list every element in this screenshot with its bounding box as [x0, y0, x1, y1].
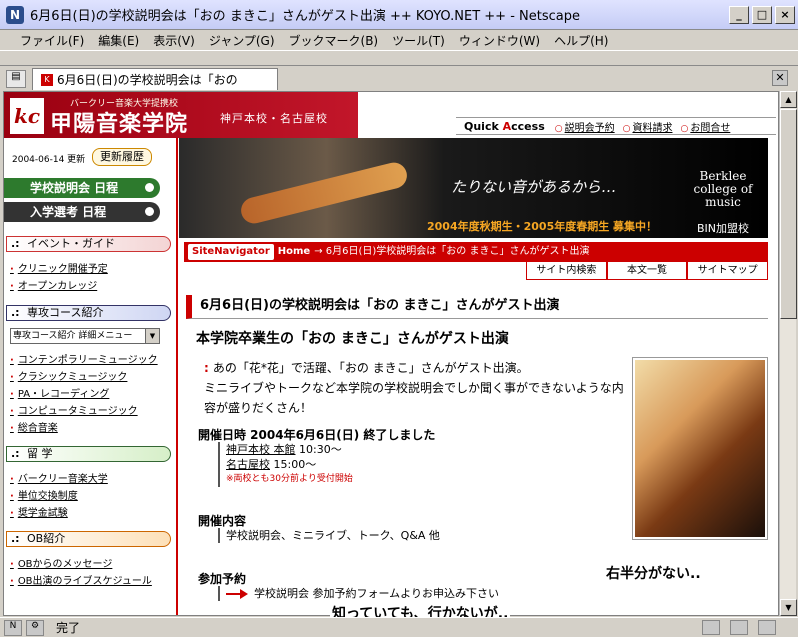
banner-recruit: 2004年度秋期生・2005年度春期生 募集中！	[427, 220, 658, 233]
tab-site-search[interactable]: サイト内検索	[526, 262, 607, 280]
window-titlebar: N 6月6日(日)の学校説明会は「おの まきこ」さんがゲスト出演 ++ KOYO…	[0, 0, 798, 30]
link-ob-live[interactable]: OB出演のライブスケジュール	[10, 572, 152, 587]
menu-view[interactable]: 表示(V)	[153, 32, 195, 49]
quick-link-brochure[interactable]: 資料請求	[623, 119, 672, 134]
tab-sitemap[interactable]: サイトマップ	[687, 262, 769, 280]
update-history-button[interactable]: 更新履歴	[92, 148, 152, 166]
scroll-thumb[interactable]	[780, 109, 797, 319]
event-date-heading: 開催日時 2004年6月6日(日) 終了しました	[198, 428, 436, 442]
link-pa-recording[interactable]: PA・レコーディング	[10, 385, 110, 400]
venue-nagoya-link[interactable]: 名古屋校	[226, 458, 270, 471]
hero-banner: たりない音があるから… Berklee college of music 200…	[179, 138, 768, 238]
web-page: kc バークリー音楽大学提携校 甲陽音楽学院 神戸本校・名古屋校 Quick A…	[3, 91, 779, 616]
article-subtitle: 本学院卒業生の「おの まきこ」さんがゲスト出演	[196, 331, 509, 347]
page-title: 6月6日(日)の学校説明会は「おの まきこ」さんがゲスト出演	[186, 295, 768, 319]
breadcrumb: SiteNavigator Home → 6月6日(日)学校説明会は「おの まきこ」…	[184, 242, 768, 262]
link-computer-music[interactable]: コンピュータミュージック	[10, 402, 138, 417]
content-detail: 学校説明会、ミニライブ、トーク、Q&A 他	[218, 528, 440, 543]
course-select[interactable]: 専攻コース紹介 詳細メニュー ▼	[10, 328, 160, 344]
close-button[interactable]: ×	[775, 5, 795, 24]
menu-file[interactable]: ファイル(F)	[20, 32, 84, 49]
close-tab-icon[interactable]: ✕	[772, 70, 788, 86]
menu-bookmarks[interactable]: ブックマーク(B)	[289, 32, 379, 49]
reservation-link[interactable]: 学校説明会 参加予約フォームよりお申込み下さい	[254, 587, 499, 600]
lock-icon[interactable]	[758, 620, 776, 635]
berklee-logo: Berklee college of music	[693, 169, 753, 209]
tab-article-list[interactable]: 本文一覧	[606, 262, 688, 280]
menu-go[interactable]: ジャンプ(G)	[209, 32, 275, 49]
window-title: 6月6日(日)の学校説明会は「おの まきこ」さんがゲスト出演 ++ KOYO.N…	[30, 9, 580, 24]
banner-tagline: たりない音があるから…	[451, 178, 617, 196]
menu-tools[interactable]: ツール(T)	[392, 32, 445, 49]
quick-access-label: Quick Access	[464, 119, 545, 133]
reception-note: ※両校とも30分前より受付開始	[226, 474, 353, 484]
nav-button-briefing[interactable]: 学校説明会 日程	[4, 178, 160, 198]
maximize-button[interactable]: □	[752, 5, 772, 24]
netscape-status-icon[interactable]: N	[4, 619, 22, 636]
nav-button-admission[interactable]: 入学選考 日程	[4, 202, 160, 222]
sidebar-divider	[176, 138, 178, 615]
scroll-up-icon[interactable]: ▲	[780, 91, 797, 108]
section-study-abroad: 留 学	[6, 446, 171, 462]
link-clinic[interactable]: クリニック開催予定	[10, 260, 108, 275]
link-contemporary[interactable]: コンテンポラリーミュージック	[10, 351, 158, 366]
section-ob: OB紹介	[6, 531, 171, 547]
link-ob-message[interactable]: OBからのメッセージ	[10, 555, 113, 570]
guitar-image	[238, 159, 410, 227]
quick-link-reserve[interactable]: 説明会予約	[555, 119, 615, 134]
minimize-button[interactable]: _	[729, 5, 749, 24]
breadcrumb-home[interactable]: Home	[278, 246, 310, 257]
status-text: 完了	[56, 621, 81, 635]
campus-label: 神戸本校・名古屋校	[220, 112, 328, 125]
section-course: 専攻コース紹介	[6, 305, 171, 321]
site-logo[interactable]: kc バークリー音楽大学提携校 甲陽音楽学院 神戸本校・名古屋校	[4, 92, 358, 138]
link-general-music[interactable]: 総合音楽	[10, 419, 58, 434]
article-intro: : あの「花*花」で活躍、「おの まきこ」さんがゲスト出演。 ミニライブやトークな…	[204, 361, 624, 415]
annotation-right: 右半分がない..	[604, 563, 703, 583]
netscape-icon: N	[6, 5, 24, 24]
reservation-heading: 参加予約	[198, 572, 247, 586]
popup-icon[interactable]	[730, 620, 748, 635]
content-heading: 開催内容	[198, 514, 247, 528]
breadcrumb-current: → 6月6日(日)学校説明会は「おの まきこ」さんがゲスト出演	[314, 246, 590, 257]
bullet-icon: :	[204, 361, 209, 375]
menubar: ファイル(F) 編集(E) 表示(V) ジャンプ(G) ブックマーク(B) ツー…	[0, 30, 798, 50]
sitenav-label: SiteNavigator	[188, 244, 274, 260]
link-open-college[interactable]: オープンカレッジ	[10, 277, 97, 292]
update-date: 2004-06-14 更新	[12, 155, 86, 165]
link-scholarship[interactable]: 奨学金試験	[10, 504, 68, 519]
vertical-scrollbar[interactable]: ▲ ▼	[779, 91, 797, 616]
left-sidebar: 2004-06-14 更新 更新履歴 学校説明会 日程 入学選考 日程 イベント…	[4, 138, 176, 615]
connection-icon[interactable]: ⚙	[26, 619, 44, 636]
menu-help[interactable]: ヘルプ(H)	[554, 32, 608, 49]
event-venues: 神戸本校 本館 10:30～ 名古屋校 15:00～ ※両校とも30分前より受付…	[218, 442, 353, 487]
arrow-right-icon	[226, 589, 248, 599]
tab-label: 6月6日(日)の学校説明会は「おの	[57, 73, 238, 87]
tab-bar: ▤ K 6月6日(日)の学校説明会は「おの	[0, 66, 798, 90]
quick-link-contact[interactable]: お問合せ	[680, 119, 730, 134]
collapsed-toolbar[interactable]	[0, 50, 798, 66]
offline-icon[interactable]	[702, 620, 720, 635]
status-bar: N ⚙ 完了	[0, 617, 798, 637]
logo-mark: kc	[10, 98, 44, 134]
menu-edit[interactable]: 編集(E)	[98, 32, 139, 49]
link-credit-exchange[interactable]: 単位交換制度	[10, 487, 78, 502]
logo-name: 甲陽音楽学院	[50, 111, 189, 137]
banner-bin: BIN加盟校	[697, 222, 750, 235]
guest-photo	[632, 357, 768, 540]
scroll-down-icon[interactable]: ▼	[780, 599, 797, 616]
venue-kobe-link[interactable]: 神戸本校 本館	[226, 443, 296, 456]
chevron-down-icon: ▼	[145, 329, 159, 343]
section-event: イベント・ガイド	[6, 236, 171, 252]
reservation-detail: 学校説明会 参加予約フォームよりお申込み下さい	[218, 586, 499, 601]
link-classic[interactable]: クラシックミュージック	[10, 368, 128, 383]
utility-tabs: サイト内検索 本文一覧 サイトマップ	[526, 262, 769, 280]
link-berklee[interactable]: バークリー音楽大学	[10, 470, 108, 485]
page-icon[interactable]: ▤	[6, 70, 26, 88]
menu-window[interactable]: ウィンドウ(W)	[459, 32, 540, 49]
favicon-icon: K	[41, 73, 53, 86]
site-header: kc バークリー音楽大学提携校 甲陽音楽学院 神戸本校・名古屋校 Quick A…	[4, 92, 778, 138]
quick-access-bar: Quick Access 説明会予約 資料請求 お問合せ	[456, 117, 776, 135]
tab-current[interactable]: K 6月6日(日)の学校説明会は「おの	[32, 68, 278, 90]
